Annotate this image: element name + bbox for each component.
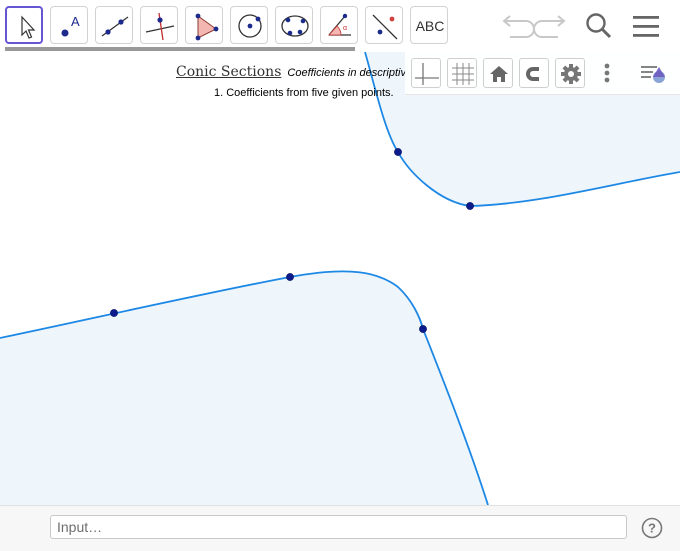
angle-tool-button[interactable]: α (320, 6, 358, 44)
search-button[interactable] (579, 8, 619, 44)
hamburger-menu-icon (633, 16, 659, 37)
vertical-dots-icon (604, 63, 610, 83)
conic-point[interactable] (110, 309, 118, 317)
perpendicular-line-icon (145, 12, 175, 41)
cursor-arrow-icon (21, 15, 36, 39)
help-icon: ? (641, 517, 663, 539)
graphics-settings-button[interactable] (555, 58, 585, 88)
lower-branch-region (0, 271, 488, 505)
style-bar-toggle-icon (641, 66, 665, 83)
redo-icon (533, 15, 566, 38)
help-symbol: ? (648, 521, 656, 536)
toggle-axes-button[interactable] (411, 58, 441, 88)
move-tool-button[interactable] (5, 6, 43, 44)
point-icon: A (61, 14, 80, 37)
toggle-style-bar-button[interactable] (639, 58, 669, 88)
algebra-input[interactable] (50, 515, 627, 539)
title-note: Coefficients in descriptiv (287, 67, 406, 79)
reflect-tool-button[interactable] (365, 6, 403, 44)
home-icon (490, 66, 508, 82)
conic-tool-button[interactable] (275, 6, 313, 44)
circle-tool-button[interactable] (230, 6, 268, 44)
toggle-grid-button[interactable] (447, 58, 477, 88)
conic-point[interactable] (286, 273, 294, 281)
grid-icon (452, 63, 474, 85)
circle-icon (238, 14, 262, 38)
line-tool-button[interactable] (95, 6, 133, 44)
undo-button[interactable] (496, 8, 536, 44)
title-line: Conic Sections Coefficients in descriptiv (176, 63, 406, 81)
main-toolbar: A α ABC (0, 0, 680, 52)
page-title: Conic Sections (176, 64, 282, 80)
conic-point[interactable] (394, 148, 402, 156)
undo-icon (502, 15, 535, 38)
standard-view-button[interactable] (483, 58, 513, 88)
angle-icon: α (328, 13, 351, 36)
axes-icon (415, 63, 439, 85)
conic-point[interactable] (419, 325, 427, 333)
perpendicular-line-tool-button[interactable] (140, 6, 178, 44)
reflect-about-line-icon (372, 14, 398, 40)
help-button[interactable]: ? (641, 517, 663, 539)
search-icon (586, 13, 612, 39)
redo-button[interactable] (532, 8, 572, 44)
text-tool-label: ABC (415, 18, 445, 34)
point-tool-letter: A (71, 14, 80, 29)
gear-icon (561, 64, 581, 84)
angle-alpha-glyph: α (343, 25, 347, 32)
more-options-button[interactable] (592, 58, 622, 88)
conic-point[interactable] (466, 202, 474, 210)
graphics-view[interactable]: Conic Sections Coefficients in descriptiv… (0, 52, 680, 505)
polygon-tool-button[interactable] (185, 6, 223, 44)
text-tool-button[interactable]: ABC (410, 6, 448, 44)
input-bar: ? (0, 505, 680, 551)
magnet-icon (526, 67, 542, 81)
conic-plot[interactable] (0, 52, 680, 505)
subtitle-text: 1. Coefficients from five given points. (214, 87, 394, 99)
graphics-style-bar (405, 52, 680, 95)
polygon-icon (195, 13, 219, 41)
point-tool-button[interactable]: A (50, 6, 88, 44)
point-capturing-button[interactable] (519, 58, 549, 88)
main-menu-button[interactable] (626, 8, 666, 44)
ellipse-icon (281, 15, 309, 37)
toolbar-scroll-indicator (5, 47, 355, 51)
line-icon (101, 16, 129, 37)
